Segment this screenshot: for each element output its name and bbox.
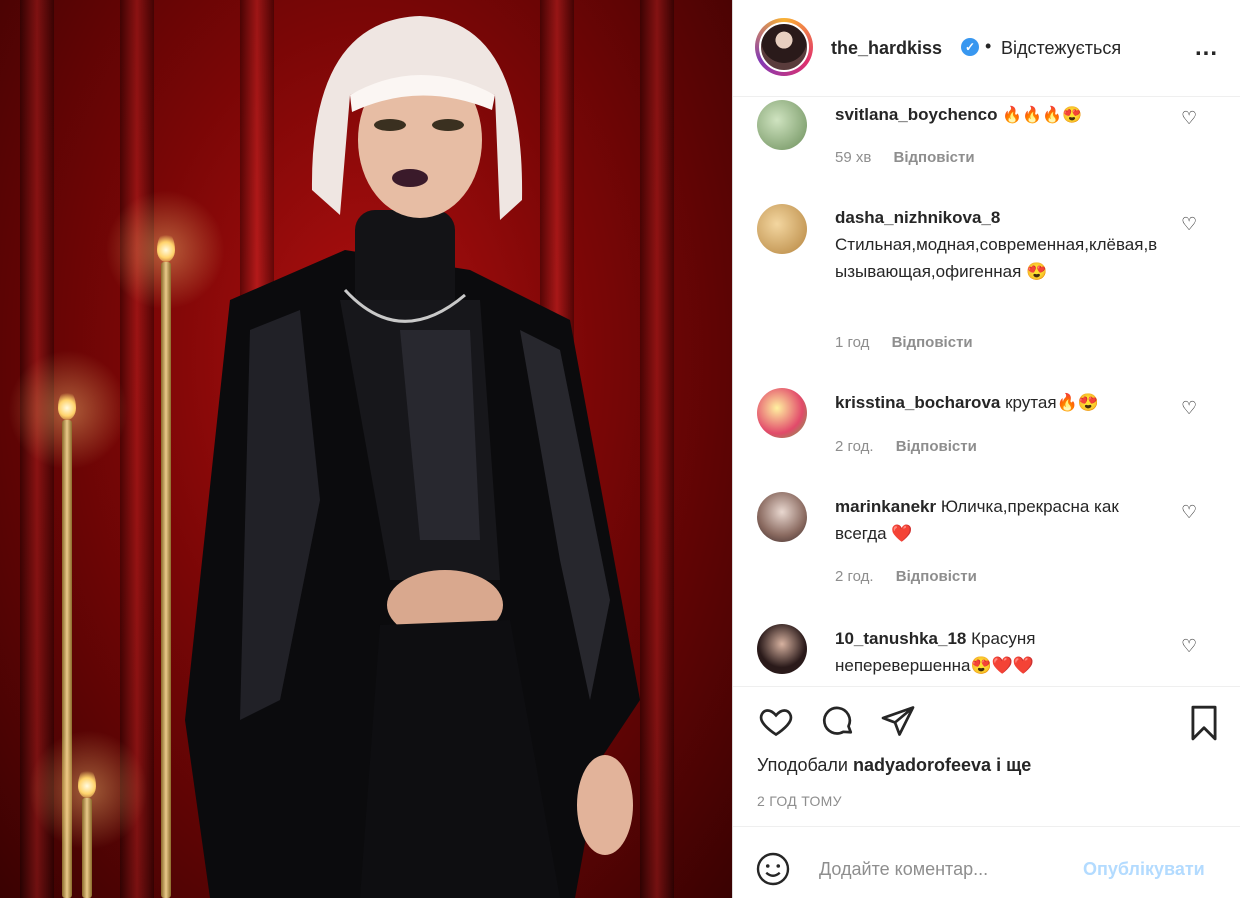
comments-list[interactable]: svitlana_boychenco 🔥🔥🔥😍 59 хв Відповісти… [733,96,1240,686]
reply-button[interactable]: Відповісти [894,149,975,166]
comment-body: krisstina_bocharova крутая🔥😍 [835,389,1165,416]
commenter-username[interactable]: dasha_nizhnikova_8 [835,208,1000,227]
comment-body: svitlana_boychenco 🔥🔥🔥😍 [835,101,1165,129]
author-username[interactable]: the_hardkiss [831,38,942,59]
comment-meta: 59 хв Відповісти [835,149,975,166]
follow-status-button[interactable]: Відстежується [1001,38,1121,59]
comment-time: 1 год [835,334,870,351]
comment-bubble-icon[interactable] [819,703,857,739]
like-heart-icon[interactable] [757,703,795,739]
post-photo[interactable] [0,0,732,898]
reply-button[interactable]: Відповісти [896,438,977,455]
comment-body: dasha_nizhnikova_8 Стильная,модная,совре… [835,204,1165,285]
add-comment-bar: Додайте коментар... Опублікувати [733,826,1240,899]
comment-meta: 2 год. Відповісти [835,568,977,585]
share-paper-plane-icon[interactable] [879,703,917,739]
reply-button[interactable]: Відповісти [896,568,977,585]
more-options-icon[interactable]: ... [1195,34,1218,62]
commenter-avatar[interactable] [757,100,807,150]
emoji-smiley-icon[interactable] [755,851,791,887]
commenter-avatar[interactable] [757,388,807,438]
comment-body: marinkanekr Юличка,прекрасна как всегда … [835,493,1165,547]
post-header: the_hardkiss ✓ • Відстежується ... [733,0,1240,97]
comment-text: Стильная,модная,современная,клёвая,вызыв… [835,235,1158,281]
commenter-avatar[interactable] [757,492,807,542]
commenter-username[interactable]: svitlana_boychenco [835,105,998,124]
comment-time: 2 год. [835,438,874,455]
commenter-username[interactable]: 10_tanushka_18 [835,629,966,648]
likes-user[interactable]: nadyadorofeeva [853,755,991,775]
comment-text: 🔥🔥🔥😍 [1002,107,1082,124]
commenter-avatar[interactable] [757,624,807,674]
author-avatar[interactable] [755,18,813,76]
post-actions-bar: Уподобали nadyadorofeeva і ще 2 ГОД ТОМУ [733,686,1240,827]
separator-dot: • [985,36,992,56]
commenter-avatar[interactable] [757,204,807,254]
comment-like-heart-icon[interactable]: ♡ [1181,502,1197,523]
verified-badge-icon: ✓ [961,38,979,56]
comment-time: 59 хв [835,149,872,166]
post-side-panel: the_hardkiss ✓ • Відстежується ... svitl… [732,0,1240,898]
likes-summary[interactable]: Уподобали nadyadorofeeva і ще [757,755,1031,776]
comment-like-heart-icon[interactable]: ♡ [1181,108,1197,129]
comment-like-heart-icon[interactable]: ♡ [1181,398,1197,419]
likes-prefix: Уподобали [757,755,848,775]
post-time[interactable]: 2 ГОД ТОМУ [757,793,842,809]
save-bookmark-icon[interactable] [1185,703,1223,743]
commenter-username[interactable]: marinkanekr [835,497,936,516]
publish-button[interactable]: Опублікувати [1083,859,1205,880]
reply-button[interactable]: Відповісти [892,334,973,351]
comment-like-heart-icon[interactable]: ♡ [1181,214,1197,235]
comment-text: крутая🔥😍 [1005,393,1099,412]
likes-suffix[interactable]: і ще [996,755,1031,775]
comment-like-heart-icon[interactable]: ♡ [1181,636,1197,657]
person-figure [185,16,640,898]
comment-body: 10_tanushka_18 Красуня неперевершенна😍❤️… [835,625,1165,679]
comment-meta: 2 год. Відповісти [835,438,977,455]
comment-input[interactable]: Додайте коментар... [819,859,988,880]
comment-meta: 1 год Відповісти [835,334,973,351]
avatar-image [759,22,809,72]
comment-time: 2 год. [835,568,874,585]
commenter-username[interactable]: krisstina_bocharova [835,393,1000,412]
